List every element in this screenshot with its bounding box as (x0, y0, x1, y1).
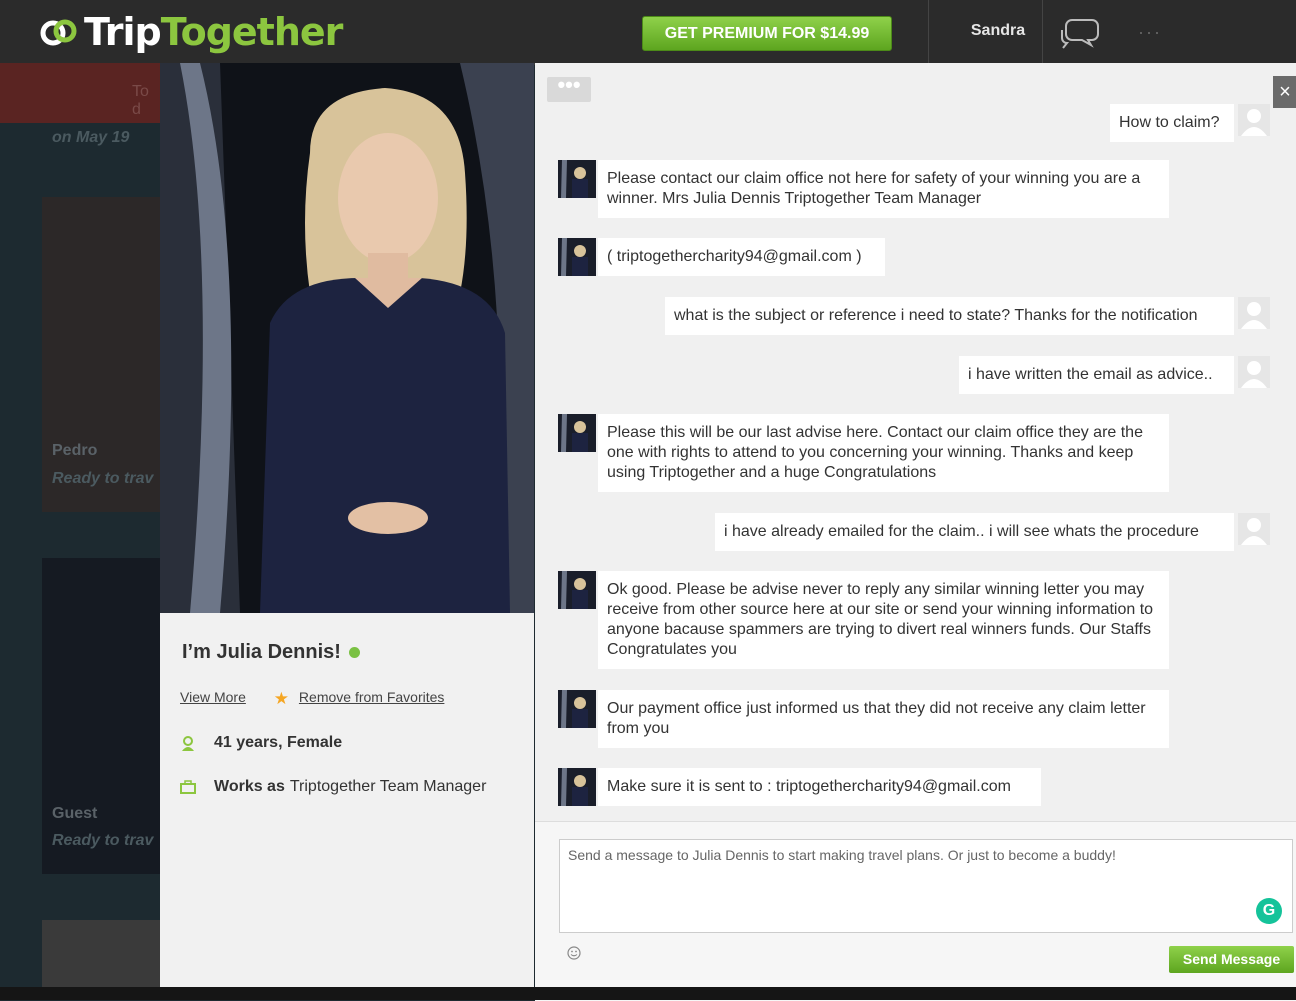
message-incoming: Please contact our claim office not here… (598, 160, 1169, 218)
sender-avatar[interactable] (558, 690, 596, 728)
message-input[interactable]: Send a message to Julia Dennis to start … (559, 839, 1293, 933)
close-button[interactable]: × (1273, 76, 1296, 108)
age-gender-row: 41 years, Female (180, 734, 347, 752)
message-outgoing: How to claim? (1110, 104, 1234, 142)
profile-name-text: I’m Julia Dennis! (182, 641, 341, 663)
triptogether-logo[interactable]: TripTogether (40, 10, 343, 54)
star-icon: ★ (273, 689, 290, 708)
occupation-row: Works as Triptogether Team Manager (180, 778, 486, 796)
sender-avatar[interactable] (558, 238, 596, 276)
more-menu-icon[interactable]: ··· (1138, 22, 1162, 43)
user-avatar-icon (1241, 109, 1267, 136)
view-more-link[interactable]: View More (180, 689, 246, 705)
background-card-name: Guest (52, 805, 98, 822)
sender-avatar-image (558, 768, 596, 806)
message-outgoing: i have written the email as advice.. (959, 356, 1234, 394)
user-avatar-icon (1241, 518, 1267, 545)
emoji-icon[interactable] (567, 946, 581, 960)
user-avatar (1238, 104, 1270, 136)
user-avatar (1238, 513, 1270, 545)
briefcase-icon (180, 780, 196, 794)
sender-avatar-image (558, 690, 596, 728)
send-message-button[interactable]: Send Message (1169, 946, 1294, 973)
user-avatar (1238, 356, 1270, 388)
age-gender-text: 41 years, Female (214, 734, 343, 751)
divider (928, 0, 929, 63)
sender-avatar-image (558, 160, 596, 198)
profile-panel: I’m Julia Dennis! View More ★ Remove fro… (160, 63, 534, 1000)
user-avatar (1238, 297, 1270, 329)
person-icon (182, 736, 194, 751)
sender-avatar[interactable] (558, 768, 596, 806)
sender-avatar-image (558, 414, 596, 452)
background-card-name: Pedro (52, 442, 98, 459)
chat-panel: ••• × How to claim? Please contact our c… (535, 63, 1296, 1001)
sender-avatar-image (558, 571, 596, 609)
background-tab-label: To d (132, 83, 149, 118)
top-navigation-bar: TripTogether GET PREMIUM FOR $14.99 Sand… (0, 0, 1296, 65)
divider (1042, 0, 1043, 63)
logo-mark-icon (40, 19, 77, 46)
sender-avatar[interactable] (558, 571, 596, 609)
chat-bubbles-icon[interactable] (1058, 14, 1102, 50)
profile-name: I’m Julia Dennis! (182, 641, 360, 664)
user-avatar-icon (1241, 302, 1267, 329)
get-premium-button[interactable]: GET PREMIUM FOR $14.99 (642, 16, 892, 51)
user-avatar-icon (1241, 361, 1267, 388)
message-composer: Send a message to Julia Dennis to start … (535, 821, 1296, 1001)
online-status-dot (348, 647, 360, 659)
message-incoming: ( triptogethercharity94@gmail.com ) (598, 238, 885, 276)
message-outgoing: i have already emailed for the claim.. i… (715, 513, 1234, 551)
logo-text: TripTogether (84, 10, 343, 54)
profile-photo[interactable] (160, 63, 534, 613)
message-incoming: Make sure it is sent to : triptogetherch… (598, 768, 1041, 806)
background-card (42, 558, 160, 874)
sender-avatar[interactable] (558, 414, 596, 452)
background-card-status: Ready to trav (52, 470, 154, 487)
message-incoming: Our payment office just informed us that… (598, 690, 1169, 748)
user-name-link[interactable]: Sandra (948, 22, 1048, 40)
grammarly-icon[interactable]: G (1256, 898, 1282, 924)
os-taskbar (0, 987, 1296, 1000)
background-card-status: Ready to trav (52, 832, 154, 849)
message-incoming: Ok good. Please be advise never to reply… (598, 571, 1169, 669)
sender-avatar[interactable] (558, 160, 596, 198)
background-card (42, 920, 160, 987)
remove-from-favorites-link[interactable]: Remove from Favorites (299, 689, 444, 705)
profile-links: View More ★ Remove from Favorites (180, 689, 444, 709)
message-incoming: Please this will be our last advise here… (598, 414, 1169, 492)
works-as-label: Works as (214, 778, 285, 795)
chat-options-button[interactable]: ••• (547, 74, 591, 102)
background-card (42, 197, 160, 512)
sender-avatar-image (558, 238, 596, 276)
occupation-text: Triptogether Team Manager (289, 778, 487, 795)
background-date: on May 19 (52, 129, 130, 146)
message-outgoing: what is the subject or reference i need … (665, 297, 1234, 335)
background-tab: To d (0, 63, 160, 123)
